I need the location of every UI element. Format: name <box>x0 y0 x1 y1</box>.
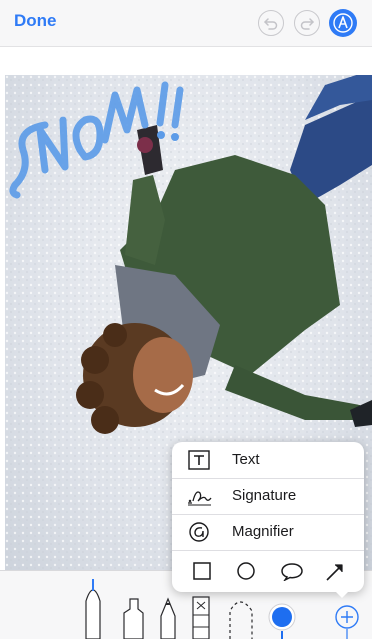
text-box-icon <box>188 450 210 470</box>
markup-button[interactable] <box>329 9 357 37</box>
add-menu-popover: Text Signature Magnifier <box>172 442 364 592</box>
redo-button[interactable] <box>294 10 320 36</box>
lasso-icon[interactable] <box>229 601 253 639</box>
marker-icon[interactable] <box>123 598 144 640</box>
top-toolbar: Done <box>0 0 372 47</box>
arrow-icon[interactable] <box>324 561 346 583</box>
menu-item-label: Text <box>232 451 260 468</box>
menu-item-label: Magnifier <box>232 523 294 540</box>
speech-bubble-icon[interactable] <box>280 561 304 581</box>
redo-icon <box>300 18 314 30</box>
menu-item-magnifier[interactable]: Magnifier <box>172 514 364 551</box>
menu-item-label: Signature <box>232 487 297 504</box>
menu-item-text[interactable]: Text <box>172 442 364 479</box>
signature-icon <box>188 491 212 506</box>
pencil-icon[interactable] <box>160 597 176 640</box>
shape-row <box>172 552 364 588</box>
circle-icon[interactable] <box>236 561 256 581</box>
magnifier-icon <box>189 522 209 542</box>
menu-item-signature[interactable]: Signature <box>172 478 364 515</box>
eraser-icon[interactable] <box>192 596 210 640</box>
done-button[interactable]: Done <box>14 11 57 31</box>
undo-icon <box>264 18 278 30</box>
color-picker[interactable] <box>268 603 296 639</box>
pen-icon[interactable] <box>85 579 101 640</box>
popover-arrow <box>334 590 350 598</box>
plus-icon[interactable] <box>335 605 359 639</box>
square-icon[interactable] <box>192 561 212 581</box>
markup-pen-icon <box>333 13 353 33</box>
undo-button[interactable] <box>258 10 284 36</box>
